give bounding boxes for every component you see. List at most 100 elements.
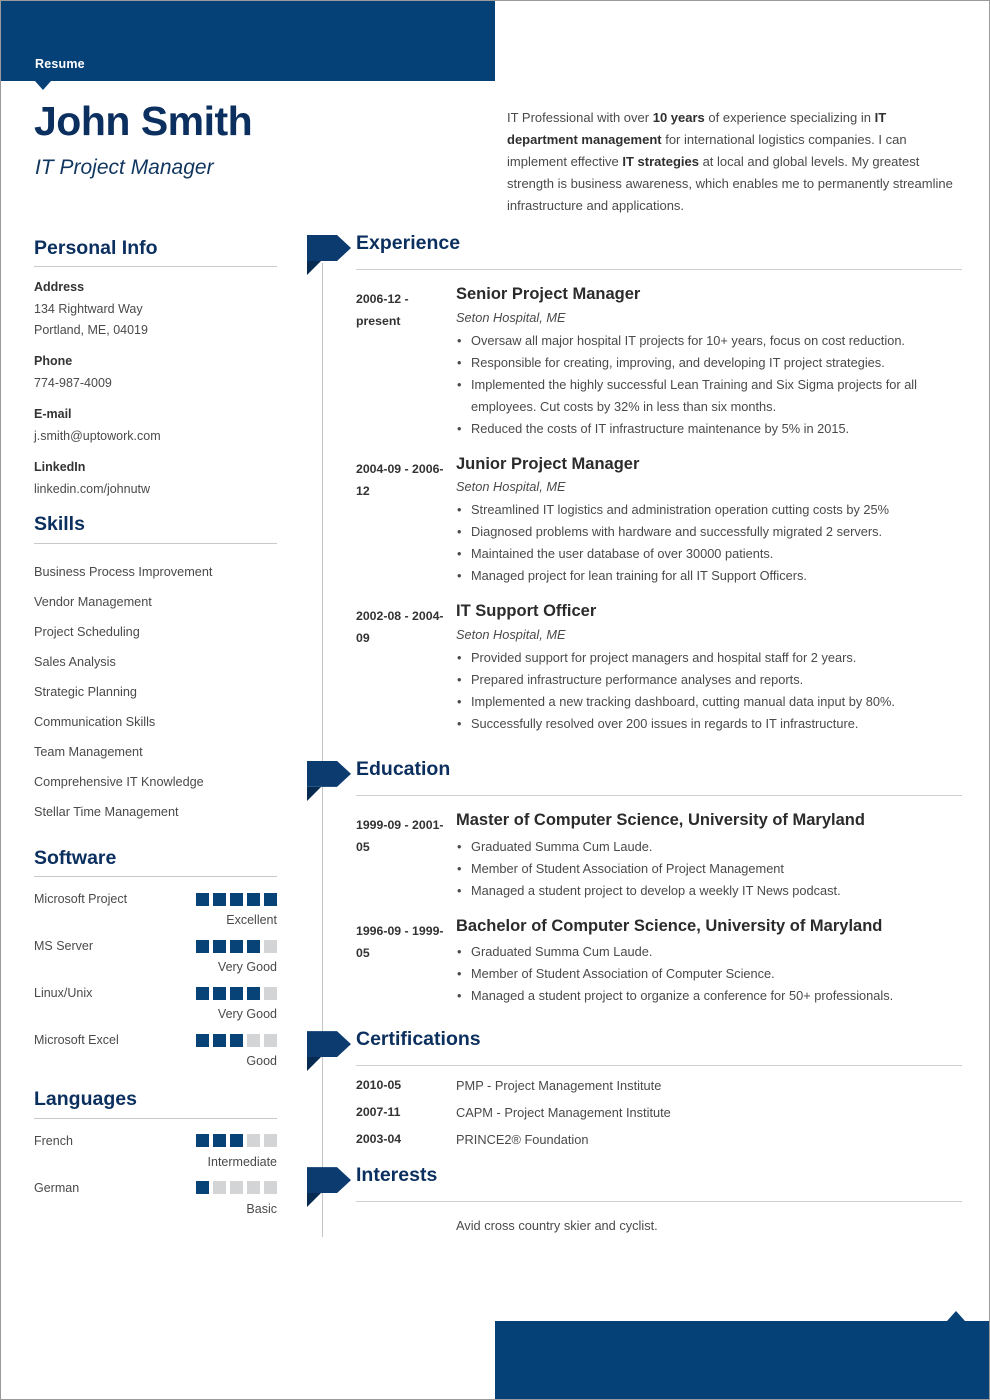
rating-box <box>213 1181 226 1195</box>
header-label: Resume <box>35 57 85 71</box>
timeline-entry: 2004-09 - 2006-12 Junior Project Manager S… <box>307 454 962 588</box>
bullet-item: Responsible for creating, improving, and… <box>456 352 962 374</box>
main-content: Experience 2006-12 - present Senior Proje… <box>307 232 962 1233</box>
rating-box <box>230 892 243 906</box>
section-education: Education 1999-09 - 2001-05 Master of Com… <box>307 757 962 1007</box>
rating-box <box>264 892 277 906</box>
certification-date: 2007-11 <box>356 1105 401 1120</box>
summary-text: IT Professional with over 10 years of ex… <box>507 110 953 213</box>
bullet-item: Streamlined IT logistics and administrat… <box>456 499 962 521</box>
rating-box <box>230 1134 243 1148</box>
rating-boxes <box>196 939 277 953</box>
entry-bullets: Oversaw all major hospital IT projects f… <box>456 330 962 440</box>
rating-box <box>247 1134 260 1148</box>
flag-marker-icon <box>307 760 351 801</box>
skill-item: Comprehensive IT Knowledge <box>34 774 204 789</box>
software-rating-row: Linux/Unix Very Good <box>34 984 277 1021</box>
header-notch-icon <box>35 81 51 90</box>
rating-level-label: Very Good <box>217 960 277 975</box>
rating-boxes <box>196 1181 277 1195</box>
bullet-item: Oversaw all major hospital IT projects f… <box>456 330 962 352</box>
divider <box>356 269 962 270</box>
bullet-item: Diagnosed problems with hardware and suc… <box>456 521 962 543</box>
entry-bullets: Provided support for project managers an… <box>456 647 962 735</box>
personal-info-label: LinkedIn <box>34 460 86 475</box>
rating-level-label: Excellent <box>226 913 277 928</box>
bullet-item: Member of Student Association of Compute… <box>456 963 962 985</box>
entry-organization: Seton Hospital, ME <box>456 309 566 325</box>
flag-marker-icon <box>307 1031 351 1072</box>
rating-boxes <box>196 1134 277 1148</box>
rating-box <box>213 939 226 953</box>
bullet-item: Reduced the costs of IT infrastructure m… <box>456 418 962 440</box>
section-title: Interests <box>356 1164 438 1187</box>
rating-name: German <box>34 1180 80 1195</box>
bullet-item: Member of Student Association of Project… <box>456 858 962 880</box>
rating-box <box>196 1134 209 1148</box>
bullet-item: Provided support for project managers an… <box>456 647 962 669</box>
rating-box <box>213 1033 226 1047</box>
experience-entries: 2006-12 - present Senior Project Manager S… <box>307 284 962 735</box>
rating-box <box>247 1033 260 1047</box>
rating-level-label: Good <box>246 1054 277 1069</box>
skill-item: Project Scheduling <box>34 624 140 639</box>
rating-box <box>213 1134 226 1148</box>
section-title: Education <box>356 757 451 780</box>
bullet-item: Implemented a new tracking dashboard, cu… <box>456 691 962 713</box>
bullet-item: Graduated Summa Cum Laude. <box>456 836 962 858</box>
divider <box>356 1201 962 1203</box>
rating-box <box>196 986 209 1000</box>
section-software: Software Microsoft Project Excellent MS Se… <box>34 847 277 1068</box>
certification-row: 2010-05 PMP - Project Management Institut… <box>307 1078 962 1093</box>
certification-date: 2010-05 <box>356 1078 402 1093</box>
rating-name: Microsoft Project <box>34 892 128 907</box>
section-personal-info: Personal Info Address 134 Rightward Way Po… <box>34 237 277 500</box>
section-certifications: Certifications 2010-05 PMP - Project Mana… <box>307 1028 962 1147</box>
personal-info-label: E-mail <box>34 407 72 422</box>
entry-role: Junior Project Manager <box>456 454 640 473</box>
software-rating-row: MS Server Very Good <box>34 937 277 974</box>
skills-list: Business Process Improvement Vendor Manag… <box>34 557 277 827</box>
divider <box>34 542 277 544</box>
personal-info-label: Phone <box>34 354 73 369</box>
personal-info-label: Address <box>34 280 85 295</box>
section-header: Experience <box>307 232 962 275</box>
language-rating-row: French Intermediate <box>34 1132 277 1169</box>
bullet-item: Managed a student project to organize a … <box>456 985 962 1007</box>
rating-box <box>230 1033 243 1047</box>
rating-boxes <box>196 892 277 906</box>
section-interests: Interests Avid cross country skier and c… <box>307 1164 962 1233</box>
footer-notch-icon <box>947 1311 965 1321</box>
software-rating-row: Microsoft Excel Good <box>34 1031 277 1068</box>
language-ratings: French Intermediate German Basic <box>34 1132 277 1216</box>
rating-box <box>230 939 243 953</box>
interests-row: Avid cross country skier and cyclist. <box>307 1218 962 1233</box>
certification-text: PRINCE2® Foundation <box>456 1132 589 1148</box>
entry-role: Bachelor of Computer Science, University… <box>456 916 883 935</box>
rating-box <box>264 939 277 953</box>
personal-info-value: 774-987-4009 <box>34 376 112 391</box>
certification-text: CAPM - Project Management Institute <box>456 1105 671 1121</box>
rating-box <box>213 892 226 906</box>
rating-box <box>264 986 277 1000</box>
personal-info-value: j.smith@uptowork.com <box>34 429 161 444</box>
entry-role: Master of Computer Science, University o… <box>456 810 865 829</box>
section-experience: Experience 2006-12 - present Senior Proje… <box>307 232 962 735</box>
skill-item: Vendor Management <box>34 594 152 609</box>
flag-marker-icon <box>307 1167 351 1208</box>
certification-entries: 2010-05 PMP - Project Management Institut… <box>307 1078 962 1147</box>
timeline-entry: 2002-08 - 2004-09 IT Support Officer Seton… <box>307 601 962 735</box>
divider <box>356 1065 962 1067</box>
language-rating-row: German Basic <box>34 1179 277 1216</box>
entry-date: 2006-12 - present <box>356 292 409 328</box>
rating-level-label: Basic <box>246 1201 277 1216</box>
rating-box <box>264 1134 277 1148</box>
rating-name: Linux/Unix <box>34 986 93 1001</box>
rating-box <box>264 1033 277 1047</box>
entry-role: Senior Project Manager <box>456 285 641 303</box>
bullet-item: Maintained the user database of over 300… <box>456 543 962 565</box>
rating-box <box>247 892 260 906</box>
page-title: John Smith <box>34 98 253 144</box>
rating-level-label: Very Good <box>217 1007 277 1022</box>
rating-box <box>230 1181 243 1195</box>
